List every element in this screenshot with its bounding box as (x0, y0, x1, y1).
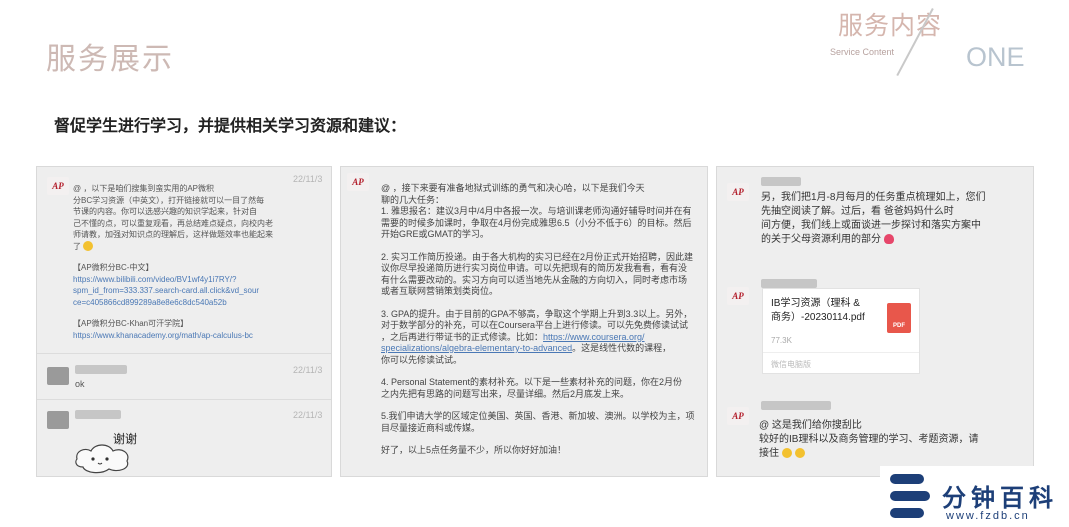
resource-link[interactable]: https://www.khanacademy.org/math/ap-calc… (73, 330, 325, 342)
message-line: @ ，以下是咱们搜集到蛮实用的AP微积 (73, 184, 215, 193)
smile-emoji-icon (781, 448, 792, 459)
resource-title: 【AP微积分BC-中文】 (73, 263, 154, 272)
message-line: 节课的内容。你可以选感兴趣的知识学起来，针对自 (73, 207, 257, 216)
message-line: 有什么需要改动的。实习方向可以适当地先从金融的方向切入，同时考虑市场 (381, 274, 688, 285)
chat-message[interactable]: 另，我们把1月-8月每月的任务重点梳理如上，您们 先抽空阅读了解。过后，看 爸爸… (761, 191, 1031, 247)
advisor-avatar: AP (347, 173, 369, 191)
section-subtitle: 督促学生进行学习，并提供相关学习资源和建议： (54, 116, 407, 135)
chat-panel-tasks: AP @ ，接下来要有准备地狱式训练的勇气和决心哈，以下是我们今天 聊的几大任务… (340, 166, 708, 477)
message-time: 22/11/3 (293, 410, 323, 420)
message-line: 较好的IB理科以及商务管理的学习、考题资源，请 (759, 434, 979, 445)
advisor-avatar: AP (727, 183, 749, 201)
thanks-sticker[interactable]: 谢谢 (73, 429, 147, 475)
advisor-avatar: AP (47, 177, 69, 195)
message-line: 了 (73, 241, 81, 251)
brand-logo-icon (888, 472, 934, 520)
message-line: 间方便，我们线上或面谈进一步探讨和落实方案中 (761, 220, 981, 231)
brand-watermark: 分钟百科 www.fzdb.cn (880, 466, 1069, 527)
message-line: 需要的时候多加课时，争取在4月份完成雅思6.5（小分不低于6）的目标。然后 (381, 217, 692, 228)
smile-emoji-icon (83, 241, 94, 252)
file-source: 微信电脑版 (771, 360, 811, 369)
message-line: 的关于父母资源利用的部分 (761, 234, 881, 245)
message-time: 22/11/3 (293, 365, 323, 375)
page-title: 服务展示 (46, 42, 174, 77)
blurred-name (761, 279, 817, 288)
message-line: @ 这是我们给你搜刮比 (759, 420, 862, 431)
message-divider (37, 399, 331, 400)
file-name-line: 商务）-20230114.pdf (771, 312, 865, 323)
message-line: 之内先把有思路的问题写出来，尽量详细。然后2月底发上来。 (381, 388, 630, 399)
message-line: 己不懂的点，可以重复观看，再总结难点疑点，向校内老 (73, 218, 273, 228)
pdf-file-card[interactable]: IB学习资源（理科 & 商务）-20230114.pdf PDF 77.3K 微… (762, 288, 920, 374)
chat-message[interactable]: @ ，接下来要有准备地狱式训练的勇气和决心哈，以下是我们今天 聊的几大任务： 1… (381, 183, 703, 457)
chat-message[interactable]: ok (75, 379, 85, 391)
coursera-link[interactable]: specializations/algebra-elementary-to-ad… (381, 343, 572, 353)
student-avatar (47, 411, 69, 429)
service-header: 服务内容 Service Content ONE (830, 2, 1065, 82)
chat-message[interactable]: @ 这是我们给你搜刮比 较好的IB理科以及商务管理的学习、考题资源，请 接住 (759, 419, 1031, 461)
message-line: 。这是线性代数的课程， (572, 343, 672, 353)
message-line: 接住 (759, 448, 779, 459)
smile-emoji-icon (794, 448, 805, 459)
advisor-avatar: AP (727, 287, 749, 305)
message-line: 或者互联网营销策划类岗位。 (381, 286, 499, 296)
service-title: 服务内容 (838, 11, 943, 40)
sticker-text: 谢谢 (113, 431, 137, 446)
resource-link[interactable]: ce=c405866cd899289a8e8e6c8dc540a52b (73, 297, 325, 309)
section-number: ONE (966, 42, 1025, 72)
message-line: ，之后再进行带证书的正式修读。比如： (381, 331, 544, 342)
message-line: 议你尽早投递简历进行实习岗位申请。可以先把现有的简历发我看看，看有没 (381, 263, 688, 273)
advisor-avatar: AP (727, 407, 749, 425)
blurred-name (75, 365, 127, 374)
file-name-line: IB学习资源（理科 & (771, 298, 860, 309)
resource-link[interactable]: spm_id_from=333.337.search-card.all.clic… (73, 285, 325, 297)
brand-name: 分钟百科 (942, 484, 1058, 512)
service-subtitle: Service Content (830, 47, 895, 57)
file-name: IB学习资源（理科 & 商务）-20230114.pdf (771, 297, 881, 325)
message-line: 4. Personal Statement的素材补充。以下是一些素材补充的问题，… (381, 377, 683, 387)
message-line: 师请教，加强对知识点的理解后，这样做题效率也能起来 (73, 230, 273, 239)
resource-link[interactable]: https://www.bilibili.com/video/BV1wf4y1i… (73, 274, 325, 286)
resource-title: 【AP微积分BC-Khan可汗学院】 (73, 319, 189, 328)
message-divider (37, 353, 331, 354)
message-line: 聊的几大任务： (381, 194, 445, 205)
message-line: 对于数学部分的补充，可以在Coursera平台上进行修读。可以先免费修读试试 (381, 320, 689, 330)
message-line: 先抽空阅读了解。过后，看 爸爸妈妈什么时 (761, 206, 954, 217)
message-line: 另，我们把1月-8月每月的任务重点梳理如上，您们 (761, 192, 986, 203)
brand-url: www.fzdb.cn (946, 510, 1030, 522)
message-line: @ ，接下来要有准备地狱式训练的勇气和决心哈，以下是我们今天 (381, 183, 645, 193)
file-size: 77.3K (771, 336, 792, 345)
blurred-name (75, 410, 121, 419)
message-line: 分BC学习资源（中英文），打开链接就可以一目了然每 (73, 195, 265, 205)
message-line: 你可以先修读试试。 (381, 354, 463, 365)
chat-panel-ib-resources: AP 另，我们把1月-8月每月的任务重点梳理如上，您们 先抽空阅读了解。过后，看… (716, 166, 1034, 477)
message-line: 2. 实习工作简历投递。由于各大机构的实习已经在2月份正式开始招聘，因此建 (381, 251, 694, 262)
message-line: 好了，以上5点任务量不少，所以你好好加油！ (381, 445, 567, 455)
message-line: 开始GRE或GMAT的学习。 (381, 229, 489, 239)
chat-panel-resources: AP 22/11/3 @ ，以下是咱们搜集到蛮实用的AP微积 分BC学习资源（中… (36, 166, 332, 477)
file-card-divider (763, 352, 919, 353)
chat-message[interactable]: @ ，以下是咱们搜集到蛮实用的AP微积 分BC学习资源（中英文），打开链接就可以… (73, 183, 325, 341)
message-line: 3. GPA的提升。由于目前的GPA不够高，争取这个学期上升到3.3以上。另外， (381, 308, 693, 319)
message-line: 1. 雅思报名：建议3月中/4月中各报一次。与培训课老师沟通好辅导时间并在有 (381, 206, 692, 216)
blurred-name (761, 401, 831, 410)
message-line: 5.我们申请大学的区域定位美国、英国、香港、新加坡、澳洲。以学校为主，项 (381, 411, 695, 421)
message-line: 目尽量接近商科或传媒。 (381, 422, 481, 433)
student-avatar (47, 367, 69, 385)
heart-emoji-icon (883, 234, 894, 245)
pdf-file-icon: PDF (887, 303, 911, 333)
coursera-link[interactable]: https://www.coursera.org/ (543, 332, 645, 342)
blurred-name (761, 177, 801, 186)
